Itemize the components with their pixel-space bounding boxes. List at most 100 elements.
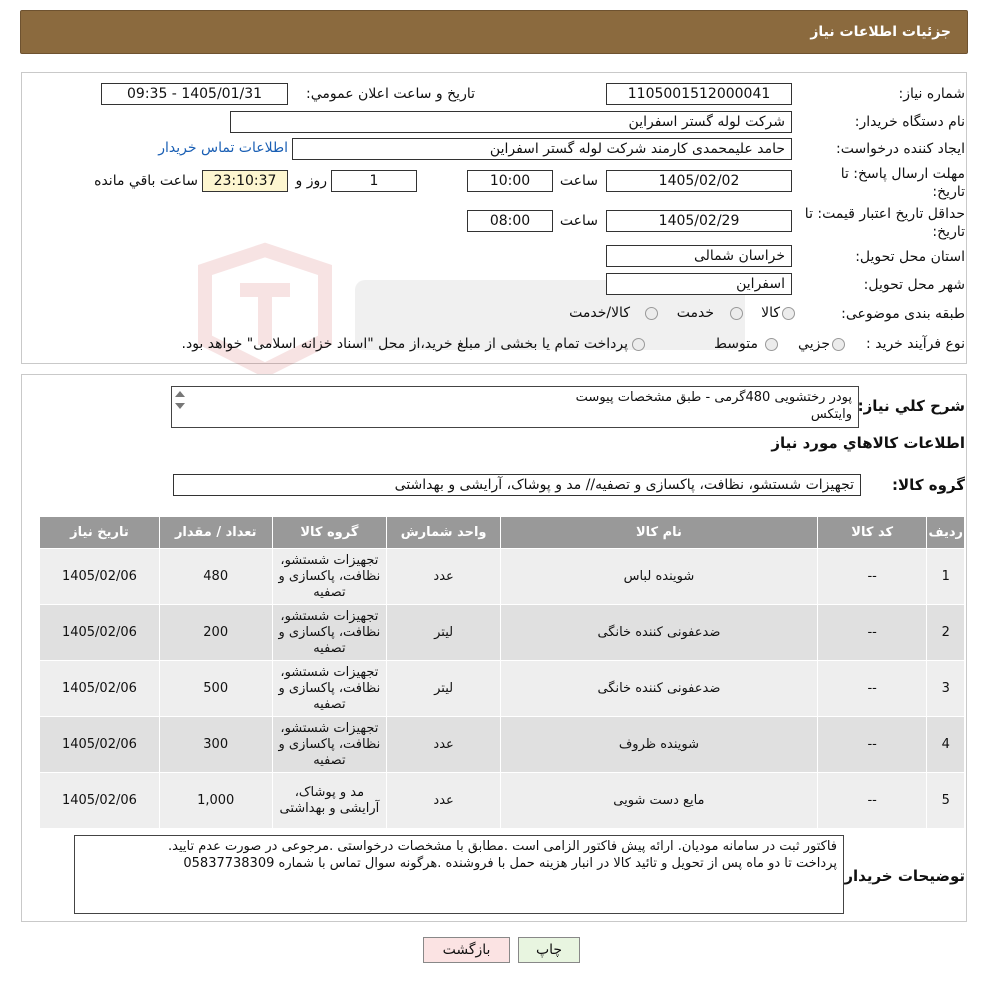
price-validity-label-2: تاریخ: [932,224,965,240]
reply-time-field: 10:00 [467,170,553,192]
city-label: شهر محل تحویل: [863,277,965,293]
process-radio-medium[interactable] [765,338,778,351]
cell-name: ضدعفونی کننده خانگی [499,604,818,661]
cell-code: -- [816,716,928,773]
cell-name: مایع دست شویی [499,772,818,829]
process-option-partial: جزیي [798,336,830,352]
cell-name: شوینده ظروف [499,716,818,773]
category-radio-goods-service[interactable] [645,307,658,320]
table-header-row: ردیف کد کالا نام کالا واحد شمارش گروه کا… [39,516,965,549]
cell-unit: عدد [386,548,501,605]
price-time-field: 08:00 [467,210,553,232]
table-row: 3 -- ضدعفونی کننده خانگی لیتر تجهیزات شس… [39,660,965,717]
buyer-notes-label: توضیحات خریدار: [838,867,965,885]
cell-code: -- [816,772,928,829]
table-row: 5 -- مایع دست شویی عدد مد و پوشاک، آرایش… [39,772,965,829]
cell-code: -- [816,604,928,661]
cell-unit: لیتر [386,604,501,661]
summary-label: شرح کلي نیاز: [857,397,965,415]
cell-date: 1405/02/06 [39,716,160,773]
process-type-label: نوع فرآیند خرید : [866,336,965,352]
cell-unit: عدد [386,772,501,829]
summary-textarea[interactable]: پودر رختشویی 480گرمی - طبق مشخصات پیوست … [171,386,859,428]
category-option-goods: کالا [761,305,780,321]
creator-field: حامد علیمحمدی کارمند شرکت لوله گستر اسفر… [292,138,792,160]
buyer-notes-line-2: پرداخت تا دو ماه پس از تحویل و تائید کال… [183,856,837,871]
process-radio-treasury[interactable] [632,338,645,351]
goods-group-label: گروه کالا: [892,476,965,494]
print-button[interactable]: چاپ [518,937,580,963]
back-button[interactable]: بازگشت [423,937,510,963]
cell-code: -- [816,660,928,717]
cell-group: تجهیزات شستشو، نظافت، پاکسازی و تصفیه [271,548,388,605]
cell-name: ضدعفونی کننده خانگی [499,660,818,717]
cell-date: 1405/02/06 [39,772,160,829]
buyer-contact-link[interactable]: اطلاعات تماس خریدار [158,140,288,156]
buyer-notes-textarea[interactable]: فاکتور ثبت در سامانه مودیان. ارائه پیش ف… [74,835,844,914]
buyer-notes-line-1: فاکتور ثبت در سامانه مودیان. ارائه پیش ف… [168,839,837,854]
buyer-org-field: شرکت لوله گستر اسفراین [230,111,792,133]
days-label: روز و [295,173,328,189]
table-row: 2 -- ضدعفونی کننده خانگی لیتر تجهیزات شس… [39,604,965,661]
cell-group: تجهیزات شستشو، نظافت، پاکسازی و تصفیه [271,716,388,773]
page-title: جزئیات اطلاعات نیاز [810,24,951,40]
category-option-goods-service: کالا/خدمت [569,305,630,321]
remaining-time-field: 23:10:37 [202,170,288,192]
cell-qty: 200 [158,604,273,661]
announce-datetime-field: 1405/01/31 - 09:35 [101,83,288,105]
cell-code: -- [816,548,928,605]
col-qty: تعداد / مقدار [158,516,273,549]
process-treasury-note: پرداخت تمام یا بخشی از مبلغ خرید،از محل … [181,336,628,352]
cell-unit: لیتر [386,660,501,717]
province-field: خراسان شمالی [606,245,792,267]
cell-qty: 480 [158,548,273,605]
cell-group: مد و پوشاک، آرایشی و بهداشتی [271,772,388,829]
col-group: گروه کالا [271,516,388,549]
table-row: 1 -- شوینده لباس عدد تجهیزات شستشو، نظاف… [39,548,965,605]
reply-date-field: 1405/02/02 [606,170,792,192]
process-option-medium: متوسط [714,336,758,352]
price-time-label: ساعت [559,213,598,229]
summary-line-2: وایتکس [810,407,852,422]
creator-label: ایجاد کننده درخواست: [836,141,965,157]
category-radio-goods[interactable] [782,307,795,320]
reply-time-label: ساعت [559,173,598,189]
cell-row: 1 [926,548,965,605]
col-date: تاریخ نیاز [39,516,160,549]
cell-row: 4 [926,716,965,773]
cell-row: 3 [926,660,965,717]
need-number-label: شماره نیاز: [898,86,966,102]
goods-group-field: تجهیزات شستشو، نظافت، پاکسازی و تصفیه// … [173,474,861,496]
price-validity-label: حداقل تاریخ اعتبار قیمت: تا [804,206,965,222]
cell-group: تجهیزات شستشو، نظافت، پاکسازی و تصفیه [271,604,388,661]
summary-scroll-arrows-icon[interactable] [173,388,187,416]
cell-row: 5 [926,772,965,829]
category-option-service: خدمت [676,305,714,321]
cell-qty: 500 [158,660,273,717]
category-radio-service[interactable] [730,307,743,320]
process-radio-partial[interactable] [832,338,845,351]
goods-info-title: اطلاعات کالاهاي مورد نیاز [771,434,965,452]
cell-date: 1405/02/06 [39,604,160,661]
page-header: جزئیات اطلاعات نیاز [20,10,968,54]
announce-label: تاریخ و ساعت اعلان عمومي: [306,86,475,102]
goods-table: ردیف کد کالا نام کالا واحد شمارش گروه کا… [39,516,965,829]
cell-group: تجهیزات شستشو، نظافت، پاکسازی و تصفیه [271,660,388,717]
province-label: استان محل تحویل: [855,249,965,265]
cell-unit: عدد [386,716,501,773]
cell-name: شوینده لباس [499,548,818,605]
category-label: طبقه بندی موضوعی: [841,306,965,322]
city-field: اسفراین [606,273,792,295]
cell-qty: 300 [158,716,273,773]
need-number-field: 1105001512000041 [606,83,792,105]
cell-row: 2 [926,604,965,661]
price-date-field: 1405/02/29 [606,210,792,232]
reply-days-field: 1 [331,170,417,192]
cell-qty: 1,000 [158,772,273,829]
reply-deadline-label-2: تاریخ: [932,184,965,200]
summary-line-1: پودر رختشویی 480گرمی - طبق مشخصات پیوست [575,390,852,405]
remaining-time-label: ساعت باقي مانده [94,173,198,189]
cell-date: 1405/02/06 [39,548,160,605]
buyer-org-label: نام دستگاه خریدار: [854,114,965,130]
col-name: نام کالا [499,516,818,549]
